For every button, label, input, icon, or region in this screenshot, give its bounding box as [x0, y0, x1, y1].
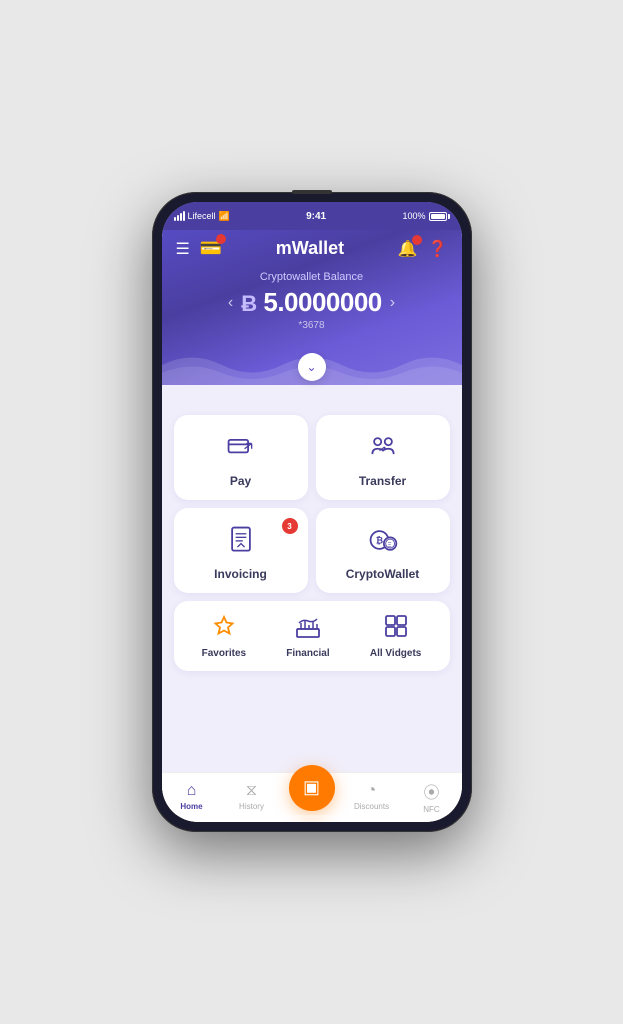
favorites-button[interactable]: Favorites	[202, 613, 246, 659]
menu-button[interactable]: ☰	[176, 239, 190, 259]
scan-icon: ▣	[303, 777, 320, 798]
favorites-label: Favorites	[202, 648, 246, 659]
home-label: Home	[180, 802, 202, 811]
expand-button[interactable]: ⌄	[298, 353, 326, 381]
transfer-button[interactable]: Transfer	[316, 415, 450, 500]
card-button[interactable]: 💳	[200, 238, 222, 259]
all-widgets-label: All Vidgets	[370, 648, 422, 659]
nfc-label: NFC	[423, 805, 439, 814]
prev-wallet-button[interactable]: ‹	[228, 294, 233, 312]
history-label: History	[239, 802, 264, 811]
all-widgets-button[interactable]: All Vidgets	[370, 613, 422, 659]
status-time: 9:41	[306, 211, 326, 222]
cryptowallet-button[interactable]: ₿ Ξ CryptoWallet	[316, 508, 450, 593]
invoicing-button[interactable]: 3 Invoicing	[174, 508, 308, 593]
pay-label: Pay	[230, 474, 251, 488]
help-button[interactable]: ❓	[428, 239, 448, 259]
scan-button[interactable]: ▣	[289, 765, 335, 811]
wifi-icon: 📶	[219, 211, 230, 222]
next-wallet-button[interactable]: ›	[390, 294, 395, 312]
cryptowallet-label: CryptoWallet	[346, 567, 420, 581]
battery-body	[429, 212, 447, 221]
history-icon: ⧖	[246, 782, 257, 800]
bell-badge	[412, 235, 422, 245]
invoicing-icon	[225, 524, 257, 561]
signal-bar-3	[180, 213, 182, 221]
status-left: Lifecell 📶	[174, 211, 230, 222]
transfer-icon	[367, 431, 399, 468]
signal-bar-2	[177, 215, 179, 221]
nav-left: ☰ 💳	[176, 238, 223, 259]
grid-icon	[383, 613, 409, 644]
battery-tip	[448, 214, 450, 219]
battery-icon	[429, 212, 450, 221]
favorites-icon	[211, 613, 237, 644]
balance-value: 5.0000000	[263, 287, 381, 317]
financial-label: Financial	[286, 648, 329, 659]
status-right: 100%	[402, 211, 449, 221]
main-content: Pay Transfer	[162, 385, 462, 772]
pay-icon	[225, 431, 257, 468]
phone-screen: Lifecell 📶 9:41 100%	[162, 202, 462, 822]
balance-row: ‹ Ƀ 5.0000000 ›	[182, 287, 442, 318]
card-badge	[216, 234, 226, 244]
invoicing-badge: 3	[282, 518, 298, 534]
home-icon: ⌂	[187, 782, 197, 800]
account-mask: *3678	[182, 320, 442, 331]
financial-button[interactable]: Financial	[286, 613, 329, 659]
header-section: Lifecell 📶 9:41 100%	[162, 202, 462, 385]
balance-area: Cryptowallet Balance ‹ Ƀ 5.0000000 › *36…	[162, 267, 462, 341]
wave-area: ⌄	[162, 345, 462, 385]
notification-button[interactable]: 🔔	[398, 239, 418, 259]
nav-discounts[interactable]: ◔ Discounts	[342, 782, 402, 811]
svg-text:₿: ₿	[375, 536, 382, 546]
status-bar: Lifecell 📶 9:41 100%	[162, 202, 462, 230]
app-screen: Lifecell 📶 9:41 100%	[162, 202, 462, 822]
currency-symbol: Ƀ	[241, 291, 256, 316]
balance-label: Cryptowallet Balance	[182, 271, 442, 283]
nav-home[interactable]: ⌂ Home	[162, 782, 222, 811]
nav-scan: ▣	[282, 783, 342, 811]
nav-history[interactable]: ⧖ History	[222, 782, 282, 811]
chevron-down-icon: ⌄	[306, 360, 316, 374]
nav-right: 🔔 ❓	[398, 239, 448, 259]
discounts-label: Discounts	[354, 802, 389, 811]
home-indicator	[282, 815, 342, 818]
signal-bars	[174, 211, 185, 221]
nav-nfc[interactable]: ⦿ NFC	[402, 779, 462, 814]
shortcut-row: Favorites Financial	[174, 601, 450, 671]
svg-text:Ξ: Ξ	[387, 542, 391, 549]
financial-icon	[295, 613, 321, 644]
transfer-label: Transfer	[359, 474, 406, 488]
pay-button[interactable]: Pay	[174, 415, 308, 500]
top-nav: ☰ 💳 mWallet 🔔 ❓	[162, 230, 462, 267]
action-grid: Pay Transfer	[174, 415, 450, 593]
nfc-icon: ⦿	[423, 779, 439, 803]
carrier-name: Lifecell	[188, 211, 216, 221]
discounts-icon: ◔	[367, 782, 377, 800]
battery-fill	[431, 214, 445, 219]
app-title: mWallet	[276, 238, 344, 259]
speaker	[292, 190, 332, 194]
battery-percent: 100%	[402, 211, 425, 221]
signal-bar-4	[183, 211, 185, 221]
cryptowallet-icon: ₿ Ξ	[367, 524, 399, 561]
signal-bar-1	[174, 217, 176, 221]
phone-frame: Lifecell 📶 9:41 100%	[152, 192, 472, 832]
invoicing-label: Invoicing	[214, 567, 267, 581]
balance-amount: Ƀ 5.0000000	[241, 287, 382, 318]
